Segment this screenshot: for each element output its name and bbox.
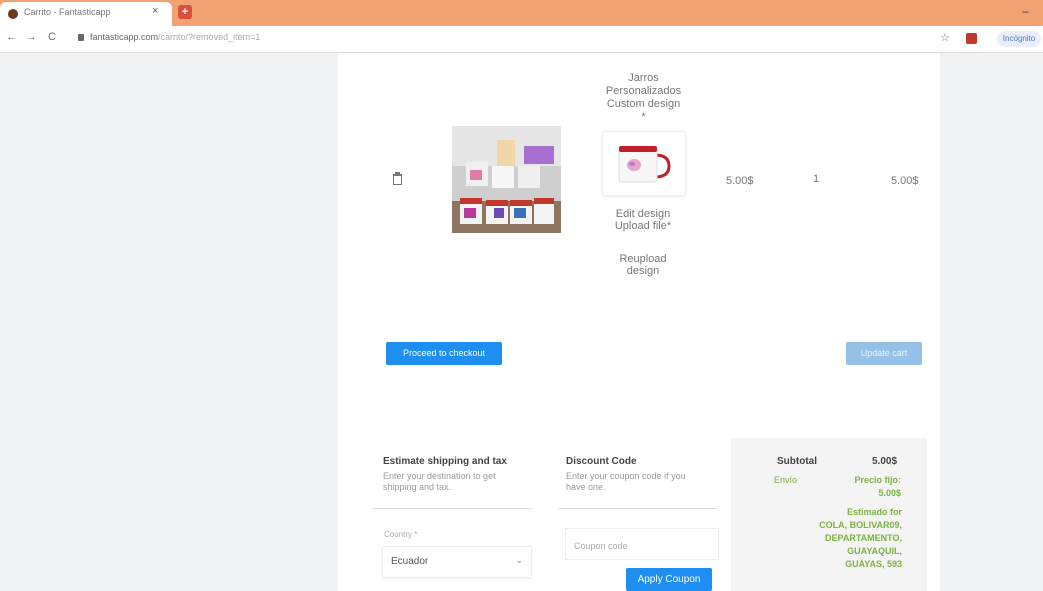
- product-name-asterisk: *: [641, 111, 646, 123]
- item-subtotal: 5.00$: [891, 175, 919, 187]
- shipping-value: Precio fijo: 5.00$: [854, 475, 901, 498]
- shipping-estimate-text: Estimado for COLA, BOLIVAR09, DEPARTAMEN…: [819, 507, 902, 569]
- shipping-subtitle: Enter your destination to get shipping a…: [383, 471, 496, 492]
- discount-title: Discount Code: [566, 456, 637, 467]
- url-path: /carrito/?removed_item=1: [158, 32, 261, 42]
- remove-item-trash-icon[interactable]: [393, 172, 402, 185]
- shipping-divider: [372, 508, 532, 509]
- address-bar: ← → C fantasticapp.com/carrito/?removed_…: [0, 26, 1043, 53]
- forward-arrow-icon[interactable]: →: [26, 31, 37, 43]
- subtotal-label: Subtotal: [777, 456, 817, 467]
- product-name[interactable]: Jarros Personalizados Custom design *: [596, 72, 691, 124]
- profile-button[interactable]: Incógnito: [997, 31, 1041, 47]
- window-minimize-button[interactable]: –: [1022, 4, 1029, 18]
- quantity-input[interactable]: 1: [813, 173, 819, 185]
- product-image[interactable]: [452, 126, 561, 233]
- new-tab-button[interactable]: +: [178, 5, 192, 19]
- reupload-design-link[interactable]: Reupload design: [606, 253, 680, 277]
- country-label: Country *: [384, 530, 418, 539]
- back-arrow-icon[interactable]: ←: [6, 31, 17, 43]
- browser-tab[interactable]: Carrito - Fantasticapp ×: [0, 2, 172, 26]
- mug-design-preview: [618, 146, 671, 183]
- proceed-to-checkout-button[interactable]: Proceed to checkout: [386, 342, 502, 365]
- site-favicon-icon: [8, 9, 18, 19]
- discount-divider: [558, 508, 718, 509]
- discount-subtitle: Enter your coupon code if you have one.: [566, 471, 686, 492]
- item-price: 5.00$: [726, 175, 754, 187]
- subtotal-value: 5.00$: [872, 456, 898, 467]
- country-value: Ecuador: [391, 556, 429, 567]
- browser-tab-strip: Carrito - Fantasticapp × + –: [0, 0, 1043, 26]
- url-domain: fantasticapp.com: [90, 32, 159, 42]
- coupon-placeholder: Coupon code: [574, 541, 628, 551]
- shipping-label: Envío: [774, 475, 798, 485]
- mugs-photo: [452, 126, 561, 233]
- extension-icon[interactable]: [966, 33, 977, 44]
- update-cart-button[interactable]: Update cart: [846, 342, 922, 365]
- lock-icon: [78, 34, 84, 41]
- tab-close-icon[interactable]: ×: [152, 5, 158, 17]
- url-field[interactable]: fantasticapp.com/carrito/?removed_item=1: [90, 32, 260, 42]
- upload-file-link[interactable]: Upload file*: [600, 220, 686, 232]
- coupon-code-input[interactable]: Coupon code: [565, 528, 719, 560]
- chevron-down-icon: ⌄: [515, 555, 523, 565]
- bookmark-star-icon[interactable]: ☆: [940, 31, 950, 44]
- country-select[interactable]: Ecuador ⌄: [382, 546, 532, 578]
- tab-title: Carrito - Fantasticapp: [24, 7, 111, 17]
- reload-icon[interactable]: C: [48, 31, 56, 43]
- apply-coupon-button[interactable]: Apply Coupon: [626, 568, 712, 591]
- design-thumbnail[interactable]: [602, 131, 686, 196]
- edit-design-link[interactable]: Edit design: [606, 208, 680, 220]
- product-name-text: Jarros Personalizados Custom design: [605, 72, 682, 110]
- shipping-title: Estimate shipping and tax: [383, 456, 507, 467]
